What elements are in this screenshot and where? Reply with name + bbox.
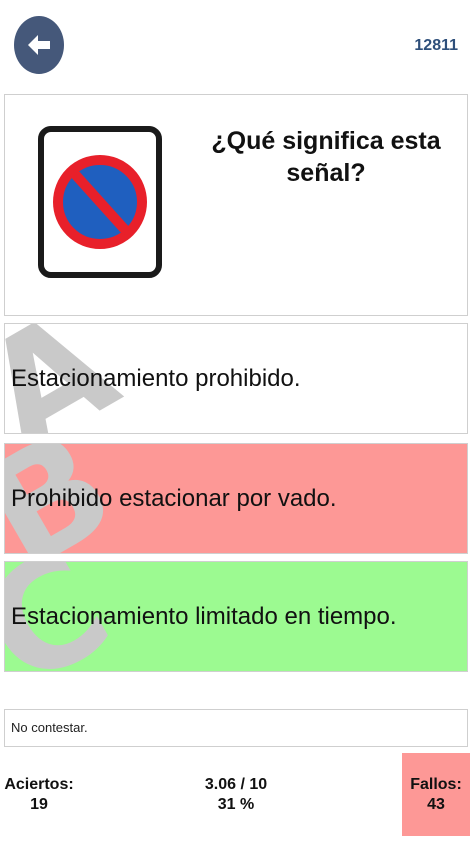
answer-label: Prohibido estacionar por vado.: [11, 484, 337, 512]
score-summary: 3.06 / 10 31 %: [186, 775, 286, 815]
no-parking-sign-icon: [38, 126, 162, 278]
answer-label: Estacionamiento prohibido.: [11, 364, 301, 392]
question-card: ¿Qué significa esta señal?: [4, 94, 468, 316]
answer-label: Estacionamiento limitado en tiempo.: [11, 602, 397, 630]
correct-label: Aciertos:: [4, 776, 74, 793]
fail-count: Fallos: 43: [402, 753, 470, 836]
fail-label: Fallos:: [410, 775, 462, 793]
score-value: 3.06 / 10: [204, 776, 268, 793]
fail-value: 43: [427, 795, 445, 813]
correct-count: Aciertos: 19: [4, 775, 74, 815]
no-answer-button[interactable]: No contestar.: [4, 709, 468, 747]
question-text: ¿Qué significa esta señal?: [211, 127, 441, 187]
score-percent: 31 %: [217, 796, 255, 813]
answer-b[interactable]: B Prohibido estacionar por vado.: [4, 443, 468, 554]
back-button[interactable]: [14, 16, 64, 74]
question-id: 12811: [414, 37, 458, 54]
correct-value: 19: [30, 796, 48, 813]
answer-a[interactable]: A Estacionamiento prohibido.: [4, 323, 468, 434]
arrow-left-icon: [28, 35, 50, 55]
answer-c[interactable]: C Estacionamiento limitado en tiempo.: [4, 561, 468, 672]
